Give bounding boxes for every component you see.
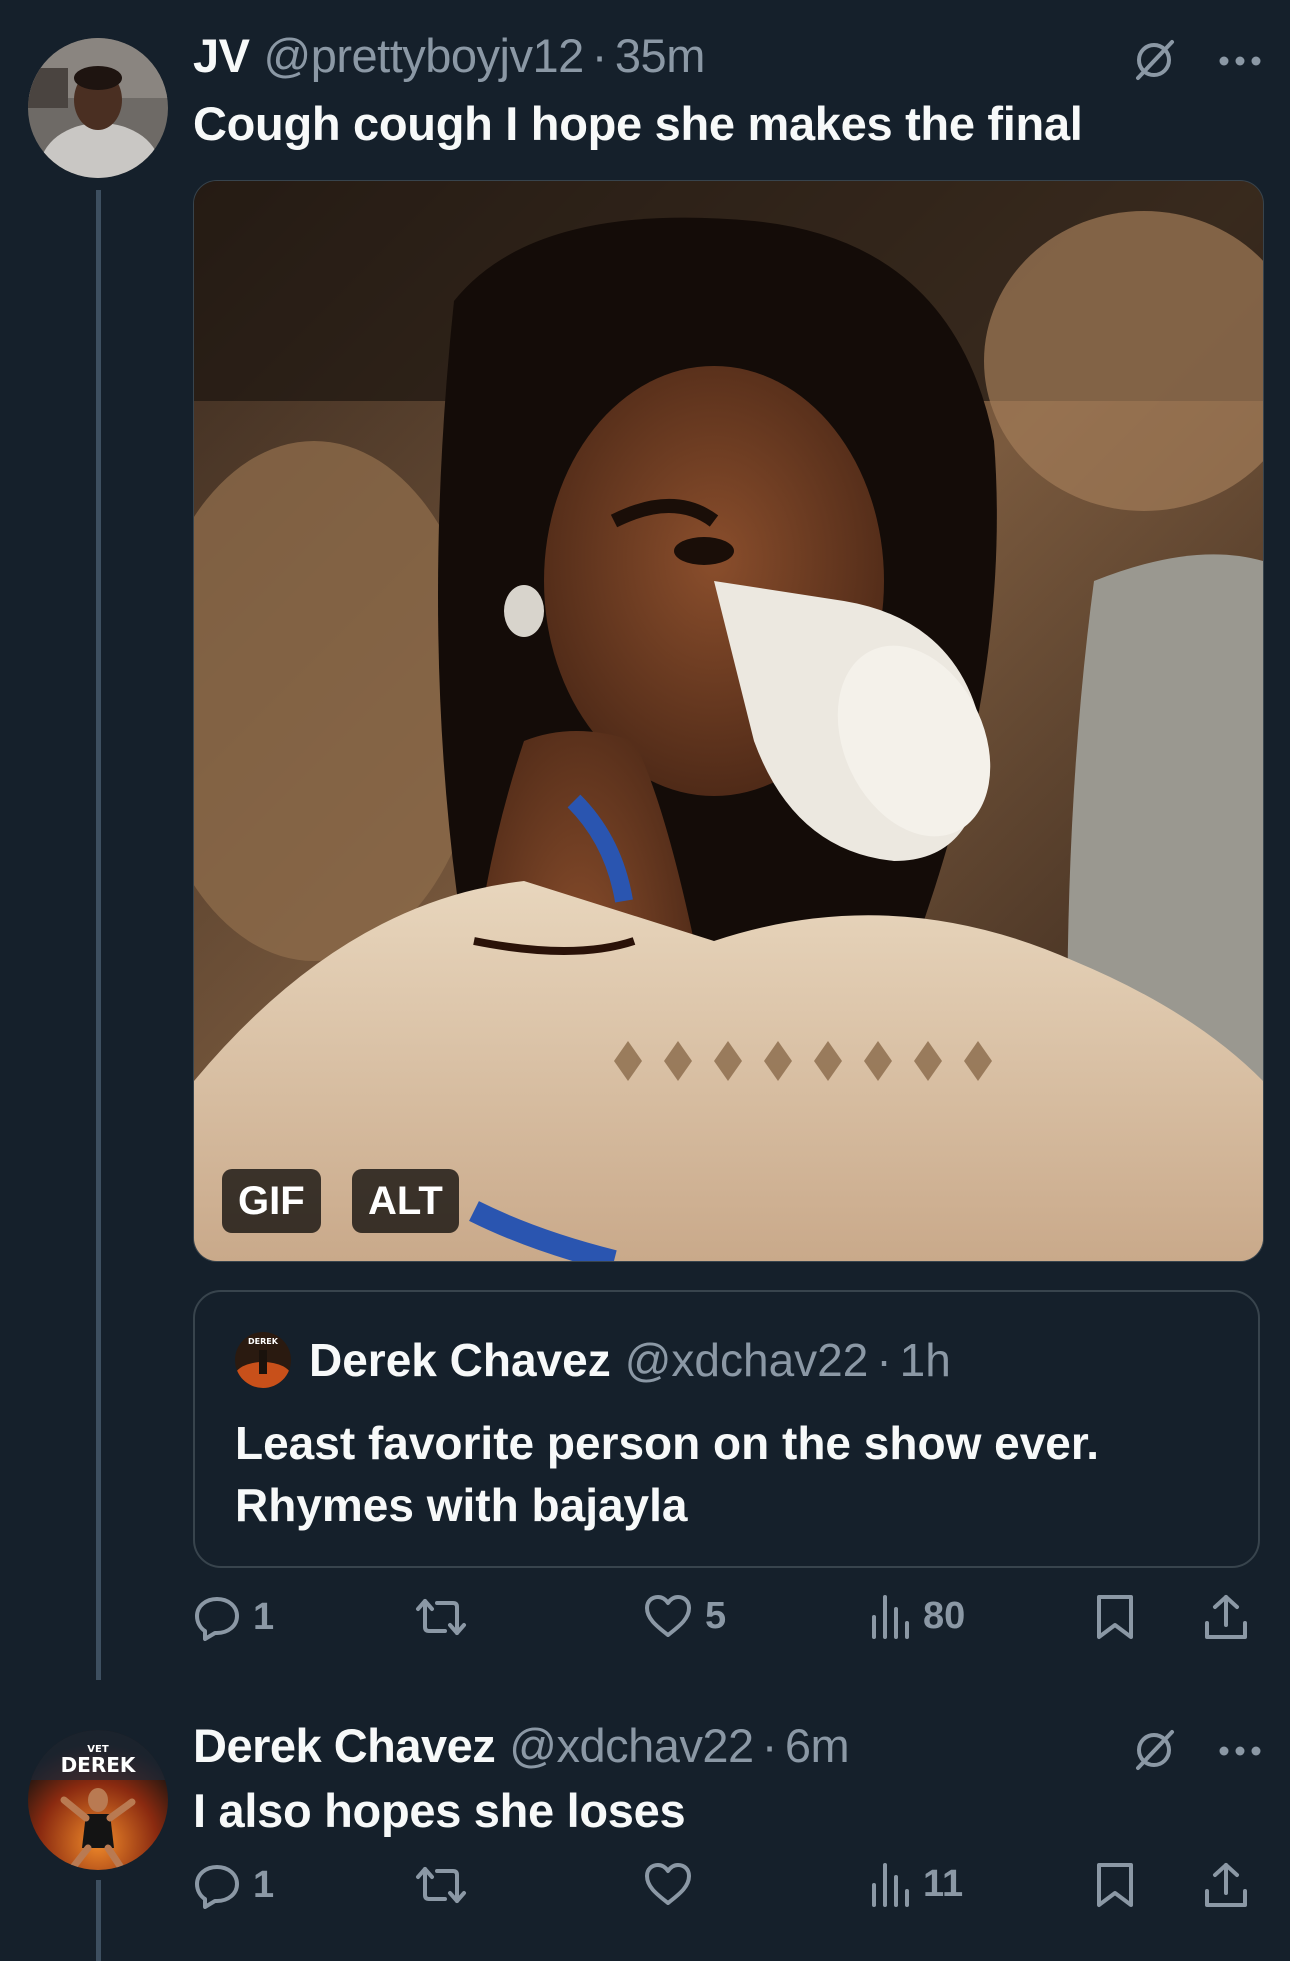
- tweet-top-icons: [1130, 1726, 1262, 1779]
- grok-icon[interactable]: [1130, 36, 1178, 89]
- reply-button[interactable]: 1: [193, 1861, 274, 1909]
- share-button[interactable]: [1203, 1593, 1249, 1641]
- quoted-avatar-label: DEREK: [248, 1337, 279, 1346]
- bookmark-icon: [1097, 1863, 1133, 1907]
- share-button[interactable]: [1203, 1861, 1249, 1909]
- repost-icon: [416, 1867, 466, 1903]
- avatar-text: DEREK: [61, 1753, 137, 1777]
- views-icon: [872, 1863, 909, 1907]
- separator-dot: ·: [591, 29, 608, 82]
- quoted-author-name[interactable]: Derek Chavez: [309, 1333, 611, 1387]
- avatar[interactable]: [28, 38, 168, 178]
- reply-button[interactable]: 1: [193, 1593, 274, 1641]
- timestamp[interactable]: 6m: [785, 1718, 850, 1773]
- repost-button[interactable]: [415, 1593, 479, 1641]
- timestamp[interactable]: 35m: [615, 28, 705, 83]
- views-count: 11: [923, 1862, 964, 1905]
- share-icon: [1205, 1863, 1247, 1907]
- quoted-tweet-text: Least favorite person on the show ever. …: [235, 1412, 1235, 1536]
- quoted-tweet[interactable]: DEREK Derek Chavez @xdchav22 · 1h Least …: [193, 1290, 1260, 1568]
- thread-line: [96, 190, 101, 1680]
- tweet-text: Cough cough I hope she makes the final: [193, 97, 1083, 150]
- views-icon: [872, 1595, 909, 1639]
- author-handle[interactable]: @prettyboyjv12: [264, 28, 585, 83]
- gif-badge: GIF: [222, 1169, 321, 1233]
- views-button[interactable]: 11: [869, 1861, 963, 1907]
- quoted-timestamp[interactable]: 1h: [900, 1333, 951, 1387]
- tweet-derek-reply[interactable]: VET DEREK Derek Chavez @xdchav22 · 6m I …: [0, 1690, 1290, 1961]
- like-button[interactable]: [643, 1861, 705, 1907]
- avatar[interactable]: VET DEREK: [28, 1730, 168, 1870]
- separator-dot: ·: [761, 1719, 778, 1772]
- author-name[interactable]: JV: [193, 28, 250, 83]
- tweet-top-icons: [1130, 36, 1262, 89]
- like-icon: [645, 1863, 691, 1905]
- tweet-header: JV @prettyboyjv12 · 35m: [193, 28, 705, 83]
- thread-line: [96, 1880, 101, 1961]
- tweet-actions: 1 5 80: [193, 1593, 1263, 1653]
- like-button[interactable]: 5: [643, 1593, 726, 1639]
- tweet-actions: 1 11: [193, 1861, 1263, 1921]
- tweet-text: I also hopes she loses: [193, 1784, 686, 1837]
- grok-icon[interactable]: [1130, 1726, 1178, 1779]
- separator-dot: ·: [876, 1334, 892, 1386]
- reply-count: 1: [253, 1595, 275, 1638]
- more-icon[interactable]: [1218, 54, 1262, 72]
- tweet-media-gif[interactable]: GIF ALT: [193, 180, 1264, 1262]
- quoted-tweet-header: DEREK Derek Chavez @xdchav22 · 1h: [235, 1332, 951, 1388]
- author-name[interactable]: Derek Chavez: [193, 1718, 496, 1773]
- quoted-text-line-1: Least favorite person on the show ever.: [235, 1417, 1100, 1469]
- views-button[interactable]: 80: [869, 1593, 965, 1639]
- quoted-author-handle[interactable]: @xdchav22: [625, 1333, 869, 1387]
- reply-icon: [195, 1865, 239, 1909]
- quoted-text-line-2: Rhymes with bajayla: [235, 1479, 688, 1531]
- repost-button[interactable]: [415, 1861, 479, 1909]
- like-icon: [645, 1595, 691, 1637]
- avatar-photo: VET DEREK: [28, 1730, 168, 1870]
- tweet-header: Derek Chavez @xdchav22 · 6m: [193, 1718, 850, 1773]
- repost-icon: [416, 1599, 466, 1635]
- tweet-jv[interactable]: JV @prettyboyjv12 · 35m Cough cough I ho…: [0, 0, 1290, 1720]
- more-icon[interactable]: [1218, 1744, 1262, 1762]
- bookmark-icon: [1097, 1595, 1133, 1639]
- alt-badge[interactable]: ALT: [352, 1169, 459, 1233]
- author-handle[interactable]: @xdchav22: [509, 1718, 754, 1773]
- quoted-avatar: DEREK: [235, 1332, 291, 1388]
- bookmark-button[interactable]: [1095, 1593, 1135, 1641]
- views-count: 80: [923, 1594, 966, 1637]
- bookmark-button[interactable]: [1095, 1861, 1135, 1909]
- reply-icon: [195, 1597, 239, 1641]
- share-icon: [1205, 1595, 1247, 1639]
- reply-count: 1: [253, 1863, 275, 1906]
- avatar-photo: [28, 38, 168, 178]
- like-count: 5: [705, 1594, 727, 1637]
- gif-image: [194, 181, 1263, 1261]
